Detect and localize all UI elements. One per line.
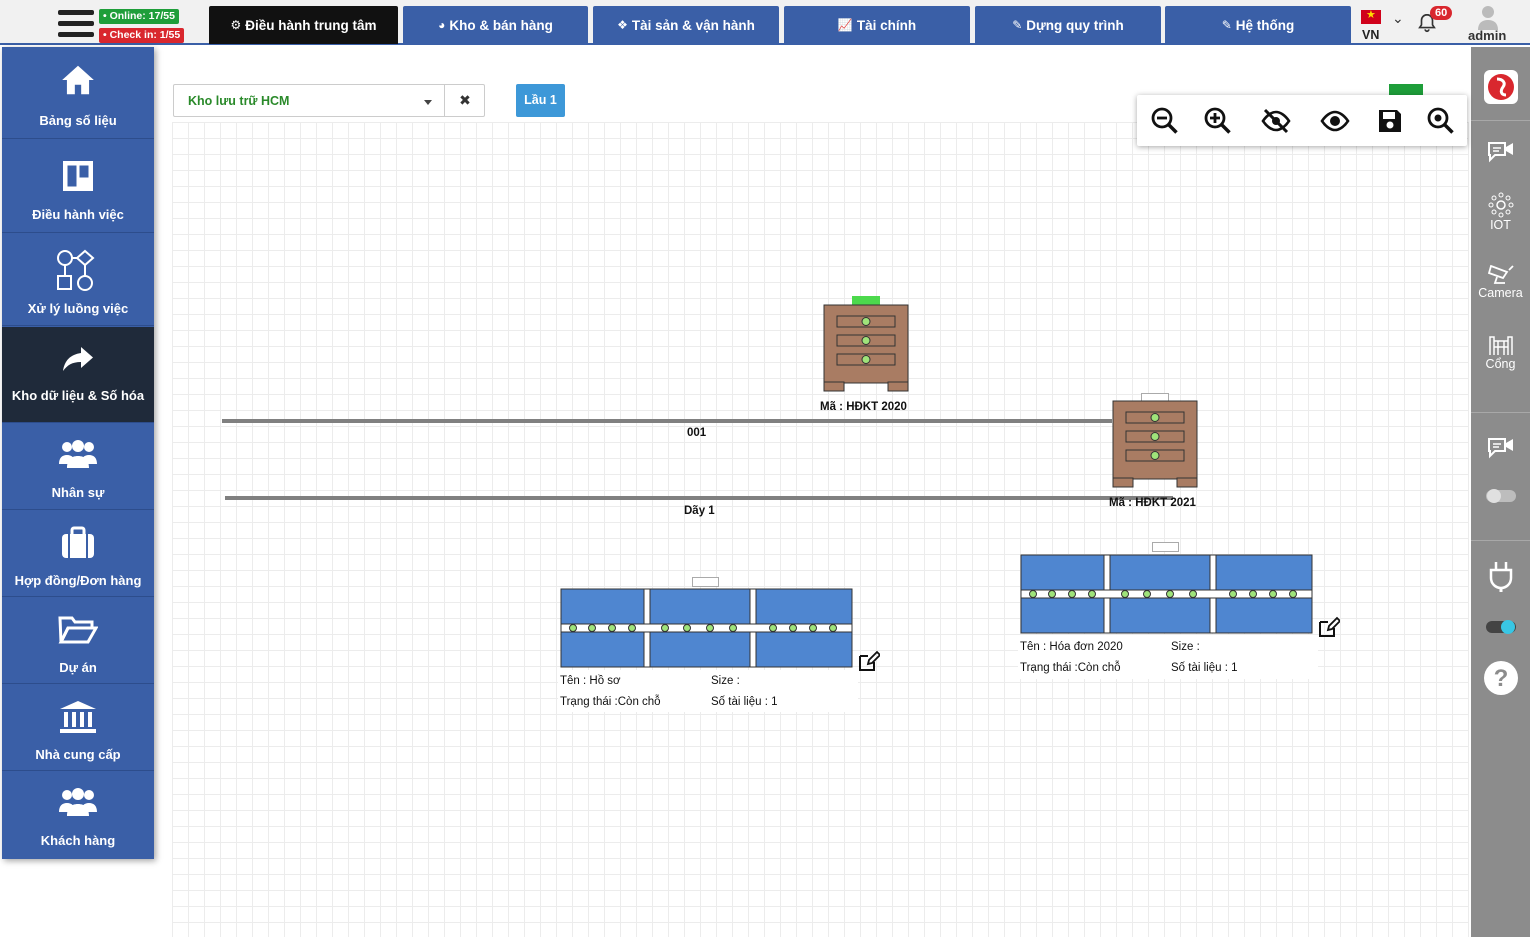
sidebar-item-xu-ly-luong-viec[interactable]: Xử lý luồng việc [2, 234, 154, 326]
camera-button[interactable]: Camera [1471, 260, 1530, 300]
zoom-in-icon[interactable] [1203, 106, 1233, 136]
video-chat-icon [1487, 438, 1513, 459]
sidebar-item-kho-du-lieu-so-hoa[interactable]: Kho dữ liệu & Số hóa [2, 327, 154, 423]
tab-dieu-hanh-trung-tam[interactable]: ⚙ Điều hành trung tâm [209, 6, 398, 44]
sidebar-item-dieu-hanh-viec[interactable]: Điều hành việc [2, 140, 154, 233]
iot-icon [1488, 192, 1513, 218]
pie-chart-icon: ◕ [438, 18, 446, 32]
vietnam-flag-icon[interactable] [1361, 8, 1381, 24]
map-toolbar [1137, 95, 1467, 146]
checkin-count-badge: • Check in: 1/55 [99, 28, 185, 43]
menu-toggle-icon[interactable] [58, 10, 94, 42]
video-chat-button-2[interactable] [1471, 435, 1530, 461]
plug-icon [1489, 562, 1512, 592]
line-chart-icon: 📈 [837, 18, 853, 32]
caret-down-icon[interactable] [424, 100, 432, 105]
shelf-line[interactable] [222, 419, 1112, 423]
cabinet-code-label: Mã : HĐKT 2021 [1109, 497, 1196, 509]
online-count-badge: • Online: 17/55 [99, 9, 179, 24]
gate-icon [1488, 336, 1513, 355]
left-sidebar: Bảng số liệu Điều hành việc Xử lý luồng … [2, 47, 154, 859]
chevron-down-icon[interactable]: ⌄ [1392, 10, 1404, 27]
video-chat-icon [1487, 142, 1513, 163]
tab-tai-chinh[interactable]: 📈 Tài chính [784, 6, 970, 44]
floor-button[interactable]: Lầu 1 [516, 84, 565, 117]
bank-icon [60, 701, 96, 733]
sidebar-item-du-an[interactable]: Dự án [2, 598, 154, 684]
users-icon [59, 788, 97, 816]
toggle-switch-on[interactable] [1471, 618, 1530, 636]
rack[interactable] [1020, 554, 1313, 634]
edit-icon: ✎ [1221, 18, 1232, 32]
briefcase-icon [62, 526, 94, 558]
sidebar-item-hop-dong-don-hang[interactable]: Hợp đồng/Đơn hàng [2, 511, 154, 597]
cabinet[interactable] [1112, 400, 1198, 488]
warehouse-select-value: Kho lưu trữ HCM [188, 94, 290, 108]
right-sidebar: IOT Camera Cổng ? [1471, 47, 1530, 937]
tab-he-thong[interactable]: ✎ Hệ thống [1165, 6, 1351, 44]
camera-icon [1487, 264, 1514, 284]
toggle-switch-off[interactable] [1471, 487, 1530, 505]
tab-tai-san-van-hanh[interactable]: ❖ Tài sản & vận hành [593, 6, 779, 44]
rack-tag [692, 577, 719, 587]
rack[interactable] [560, 588, 853, 668]
cubes-icon: ❖ [617, 18, 628, 32]
username-label[interactable]: admin [1468, 28, 1506, 43]
sidebar-item-nhan-su[interactable]: Nhân sự [2, 424, 154, 510]
warehouse-select[interactable]: Kho lưu trữ HCM ✖ [173, 84, 485, 117]
help-button[interactable]: ? [1471, 660, 1530, 696]
tab-kho-ban-hang[interactable]: ◕ Kho & bán hàng [403, 6, 588, 44]
board-icon [63, 161, 93, 191]
avatar[interactable] [1476, 4, 1500, 30]
show-icon[interactable] [1320, 106, 1350, 136]
floor-map-canvas[interactable] [172, 122, 1469, 937]
sidebar-item-bang-so-lieu[interactable]: Bảng số liệu [2, 47, 154, 139]
cabinet[interactable] [823, 304, 909, 392]
rack-info: Tên : Hồ sơ Trạng thái :Còn chỗ Size : S… [558, 670, 858, 712]
clear-selection-button[interactable]: ✖ [444, 85, 485, 116]
folder-open-icon [58, 616, 98, 644]
top-bar: • Online: 17/55 • Check in: 1/55 ⚙ Điều h… [0, 0, 1530, 45]
edit-icon: ✎ [1012, 18, 1023, 32]
edit-icon[interactable] [858, 650, 880, 672]
workflow-icon [57, 249, 95, 291]
cabinet-code-label: Mã : HĐKT 2020 [820, 401, 907, 413]
gate-button[interactable]: Cổng [1471, 329, 1530, 371]
help-icon: ? [1483, 661, 1518, 695]
rack-info: Tên : Hóa đơn 2020 Trạng thái :Còn chỗ S… [1018, 635, 1318, 679]
zoom-fit-icon[interactable] [1426, 106, 1456, 136]
logo-icon [1483, 70, 1518, 104]
gear-icon: ⚙ [230, 18, 242, 32]
rack-tag [1152, 542, 1179, 552]
iot-button[interactable]: IOT [1471, 192, 1530, 232]
video-chat-button[interactable] [1471, 139, 1530, 165]
users-icon [59, 440, 97, 468]
home-icon [62, 65, 94, 95]
brand-logo[interactable] [1471, 69, 1530, 105]
plug-button[interactable] [1471, 560, 1530, 592]
toggle-off-icon [1485, 489, 1516, 503]
notification-badge: 60 [1430, 6, 1453, 20]
save-icon[interactable] [1375, 106, 1405, 136]
tab-dung-quy-trinh[interactable]: ✎ Dựng quy trình [975, 6, 1161, 44]
svg-text:?: ? [1493, 665, 1508, 692]
language-label[interactable]: VN [1362, 28, 1379, 42]
sidebar-item-nha-cung-cap[interactable]: Nhà cung cấp [2, 685, 154, 771]
shelf-line[interactable] [225, 496, 1173, 500]
toggle-on-icon [1485, 620, 1516, 634]
edit-icon[interactable] [1318, 616, 1340, 638]
line-label: 001 [687, 427, 707, 439]
sidebar-item-khach-hang[interactable]: Khách hàng [2, 772, 154, 859]
share-icon [63, 347, 93, 371]
hide-icon[interactable] [1261, 106, 1291, 136]
line-label: Dãy 1 [684, 505, 715, 517]
zoom-out-icon[interactable] [1150, 106, 1180, 136]
